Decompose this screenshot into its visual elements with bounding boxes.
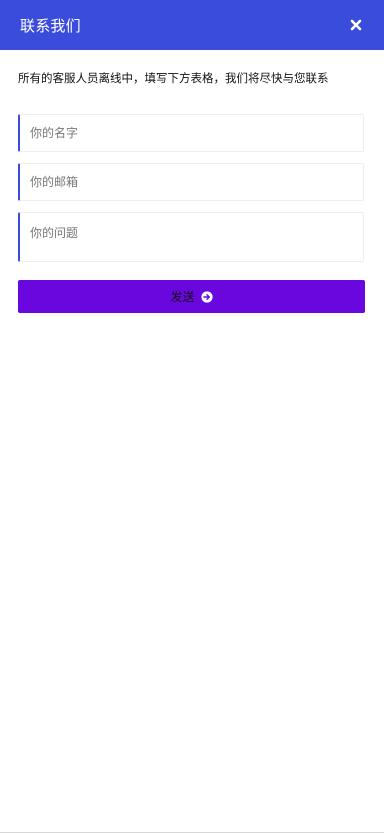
- question-field[interactable]: [18, 212, 364, 262]
- header-title: 联系我们: [20, 16, 81, 35]
- panel-header: 联系我们: [0, 0, 384, 50]
- close-icon[interactable]: [348, 17, 364, 33]
- send-button[interactable]: 发送: [18, 280, 365, 313]
- send-button-label: 发送: [170, 290, 195, 304]
- bottom-divider: [0, 832, 384, 833]
- contact-panel: 联系我们 所有的客服人员离线中，填写下方表格，我们将尽快与您联系 发送: [0, 0, 384, 834]
- email-field[interactable]: [18, 163, 364, 201]
- arrow-circle-right-icon: [200, 290, 213, 303]
- name-field[interactable]: [18, 114, 364, 152]
- offline-message: 所有的客服人员离线中，填写下方表格，我们将尽快与您联系: [18, 71, 329, 85]
